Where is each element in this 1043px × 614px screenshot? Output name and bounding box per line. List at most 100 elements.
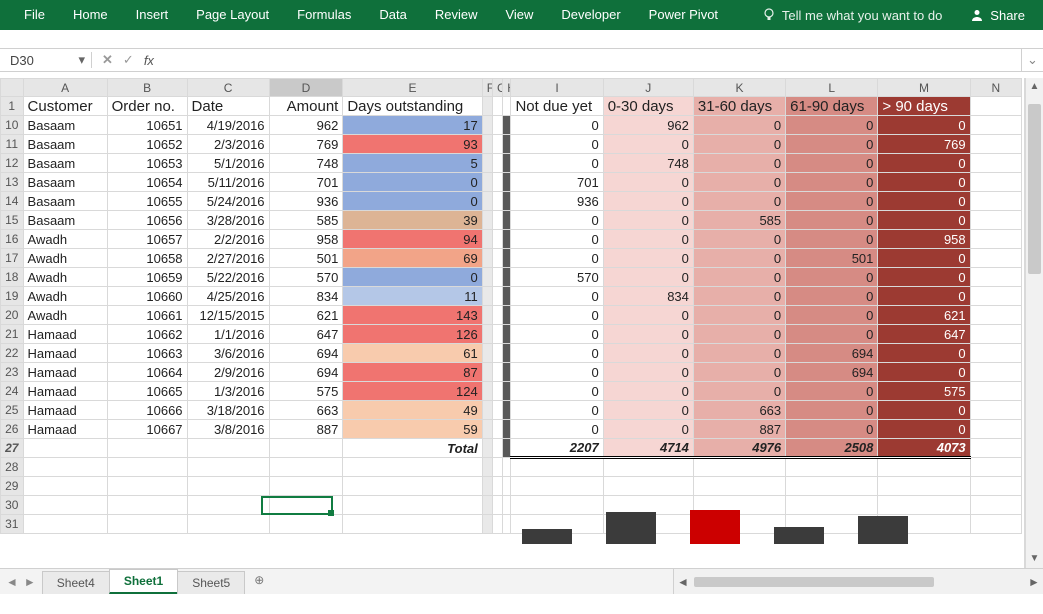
cell-G26[interactable]: [493, 420, 503, 439]
ribbon-tab-formulas[interactable]: Formulas: [283, 0, 365, 30]
cell-N15[interactable]: [970, 211, 1021, 230]
cell-D29[interactable]: [269, 477, 343, 496]
scroll-right-icon[interactable]: ►: [1025, 575, 1043, 589]
cell-G13[interactable]: [493, 173, 503, 192]
cell-A20[interactable]: Awadh: [23, 306, 107, 325]
cell-G12[interactable]: [493, 154, 503, 173]
ribbon-tab-data[interactable]: Data: [365, 0, 420, 30]
row-header-16[interactable]: 16: [1, 230, 24, 249]
cell-D28[interactable]: [269, 458, 343, 477]
cell-N20[interactable]: [970, 306, 1021, 325]
cell-D17[interactable]: 501: [269, 249, 343, 268]
cell-A17[interactable]: Awadh: [23, 249, 107, 268]
cell-B30[interactable]: [107, 496, 187, 515]
scroll-down-icon[interactable]: ▼: [1030, 550, 1040, 568]
ribbon-tab-review[interactable]: Review: [421, 0, 492, 30]
cell-F20[interactable]: [482, 306, 492, 325]
ribbon-tab-power-pivot[interactable]: Power Pivot: [635, 0, 732, 30]
cell-D13[interactable]: 701: [269, 173, 343, 192]
cell-H20[interactable]: [503, 306, 511, 325]
cell-C21[interactable]: 1/1/2016: [187, 325, 269, 344]
cell-M25[interactable]: 0: [878, 401, 970, 420]
cell-I24[interactable]: 0: [511, 382, 603, 401]
cell-B14[interactable]: 10655: [107, 192, 187, 211]
cell-B26[interactable]: 10667: [107, 420, 187, 439]
row-header-13[interactable]: 13: [1, 173, 24, 192]
row-header-24[interactable]: 24: [1, 382, 24, 401]
cell-A11[interactable]: Basaam: [23, 135, 107, 154]
cell-H15[interactable]: [503, 211, 511, 230]
cell-L14[interactable]: 0: [786, 192, 878, 211]
row-header-14[interactable]: 14: [1, 192, 24, 211]
col-header-C[interactable]: C: [187, 79, 269, 97]
cell-K12[interactable]: 0: [693, 154, 785, 173]
horizontal-scrollbar[interactable]: ◄ ►: [673, 569, 1043, 594]
cell-L10[interactable]: 0: [786, 116, 878, 135]
header-customer[interactable]: Customer: [23, 97, 107, 116]
cell-B23[interactable]: 10664: [107, 363, 187, 382]
header-amount[interactable]: Amount: [269, 97, 343, 116]
cell-J25[interactable]: 0: [603, 401, 693, 420]
cell-N1[interactable]: [970, 97, 1021, 116]
cell-K11[interactable]: 0: [693, 135, 785, 154]
cell-G22[interactable]: [493, 344, 503, 363]
cell-B19[interactable]: 10660: [107, 287, 187, 306]
cell-I29[interactable]: [511, 477, 603, 496]
cell-A15[interactable]: Basaam: [23, 211, 107, 230]
cell-I15[interactable]: 0: [511, 211, 603, 230]
cell-K26[interactable]: 887: [693, 420, 785, 439]
row-header-27[interactable]: 27: [1, 439, 24, 458]
cell-F29[interactable]: [482, 477, 492, 496]
cell-G23[interactable]: [493, 363, 503, 382]
cell-C18[interactable]: 5/22/2016: [187, 268, 269, 287]
cell-K17[interactable]: 0: [693, 249, 785, 268]
row-header-30[interactable]: 30: [1, 496, 24, 515]
cell-D31[interactable]: [269, 515, 343, 534]
total-I[interactable]: 2207: [511, 439, 603, 458]
cell-A24[interactable]: Hamaad: [23, 382, 107, 401]
cell-F28[interactable]: [482, 458, 492, 477]
cell-E14[interactable]: 0: [343, 192, 482, 211]
cell-G24[interactable]: [493, 382, 503, 401]
cell-F19[interactable]: [482, 287, 492, 306]
header-not-due[interactable]: Not due yet: [511, 97, 603, 116]
tell-me[interactable]: Tell me what you want to do: [752, 8, 952, 23]
cell-C28[interactable]: [187, 458, 269, 477]
fx-icon[interactable]: fx: [144, 53, 154, 68]
cell-K25[interactable]: 663: [693, 401, 785, 420]
cell-F21[interactable]: [482, 325, 492, 344]
row-header-21[interactable]: 21: [1, 325, 24, 344]
row-header-28[interactable]: 28: [1, 458, 24, 477]
header-gt90[interactable]: > 90 days: [878, 97, 970, 116]
cell-K21[interactable]: 0: [693, 325, 785, 344]
scroll-up-icon[interactable]: ▲: [1030, 78, 1040, 96]
cell-K15[interactable]: 585: [693, 211, 785, 230]
chevron-down-icon[interactable]: ▾: [78, 52, 85, 68]
cell-M13[interactable]: 0: [878, 173, 970, 192]
col-header-H[interactable]: H: [503, 79, 511, 97]
col-header-M[interactable]: M: [878, 79, 970, 97]
cell-M26[interactable]: 0: [878, 420, 970, 439]
cell-N30[interactable]: [970, 496, 1021, 515]
cell-A29[interactable]: [23, 477, 107, 496]
cell-J23[interactable]: 0: [603, 363, 693, 382]
cell-E26[interactable]: 59: [343, 420, 482, 439]
cell-N12[interactable]: [970, 154, 1021, 173]
cell-G21[interactable]: [493, 325, 503, 344]
col-header-N[interactable]: N: [970, 79, 1021, 97]
cell-J29[interactable]: [603, 477, 693, 496]
cell-G29[interactable]: [493, 477, 503, 496]
cell-H28[interactable]: [503, 458, 511, 477]
cell-C23[interactable]: 2/9/2016: [187, 363, 269, 382]
cell-F12[interactable]: [482, 154, 492, 173]
sheet-tab-sheet5[interactable]: Sheet5: [177, 571, 245, 594]
cell-A13[interactable]: Basaam: [23, 173, 107, 192]
worksheet-grid[interactable]: ABCDEFGHIJKLMN 1CustomerOrder no.DateAmo…: [0, 78, 1025, 568]
row-header-19[interactable]: 19: [1, 287, 24, 306]
cell-N13[interactable]: [970, 173, 1021, 192]
cell-D27[interactable]: [269, 439, 343, 458]
cell-H24[interactable]: [503, 382, 511, 401]
col-header-A[interactable]: A: [23, 79, 107, 97]
cell-F24[interactable]: [482, 382, 492, 401]
col-header-F[interactable]: F: [482, 79, 492, 97]
